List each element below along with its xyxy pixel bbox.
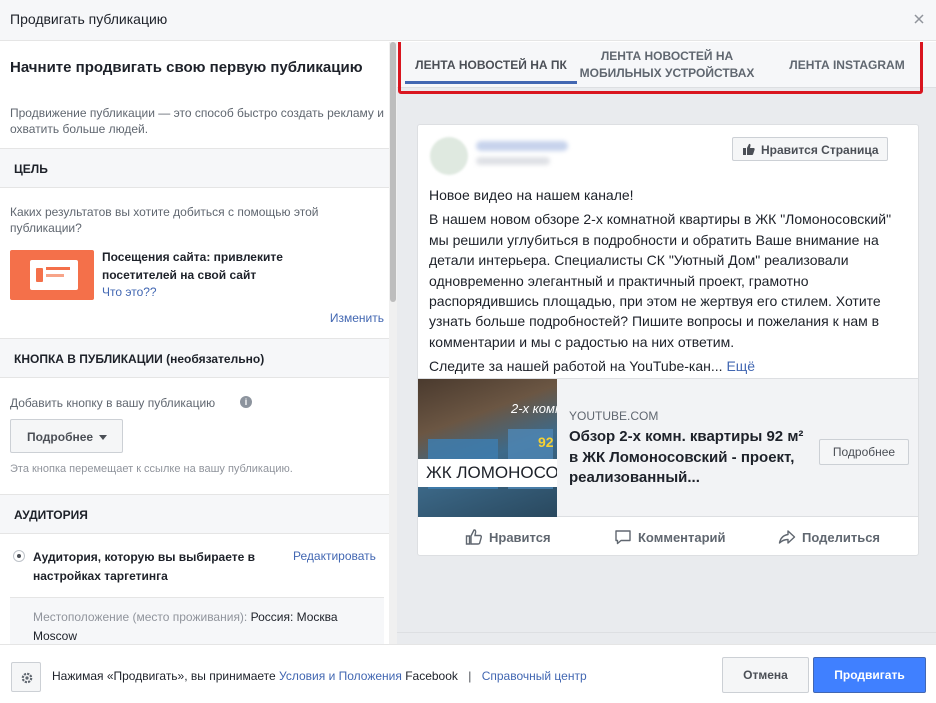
close-icon[interactable] — [912, 12, 926, 26]
post-paragraph: Следите за нашей работой на YouTube-кан.… — [429, 358, 756, 375]
intro-description: Продвижение публикации — это способ быст… — [10, 106, 384, 136]
settings-button[interactable] — [11, 662, 41, 692]
button-hint: Эта кнопка перемещает к ссылке на вашу п… — [10, 463, 293, 475]
goal-illustration — [10, 250, 94, 300]
see-more-link[interactable]: Ещё — [726, 358, 755, 374]
post-paragraph: В нашем новом обзоре 2-х комнатной кварт… — [429, 211, 892, 350]
help-center-link[interactable]: Справочный центр — [482, 669, 587, 683]
preview-panel: ЛЕНТА НОВОСТЕЙ НА ПК ЛЕНТА НОВОСТЕЙ НА М… — [397, 42, 936, 644]
goal-option-title: Посещения сайта: привлеките посетителей … — [102, 250, 283, 282]
comment-icon — [615, 530, 631, 545]
goal-section-header: ЦЕЛЬ — [0, 148, 389, 188]
thumbs-up-icon — [465, 529, 483, 545]
thumbnail-text: 2-х комн — [511, 401, 557, 416]
tabs-highlight-frame — [398, 42, 923, 94]
button-type-dropdown[interactable]: Подробнее — [10, 419, 123, 453]
button-section-title: КНОПКА В ПУБЛИКАЦИИ (необязательно) — [14, 352, 265, 366]
link-title[interactable]: Обзор 2-х комн. квартиры 92 м² в ЖК Ломо… — [569, 427, 809, 489]
edit-audience-link[interactable]: Редактировать — [293, 549, 376, 563]
page-name-blurred — [476, 141, 568, 151]
post-text: Новое видео на нашем канале! В нашем нов… — [429, 185, 905, 381]
thumbnail-text: ЖК ЛОМОНОСОВСК — [426, 463, 557, 482]
link-domain: YOUTUBE.COM — [569, 409, 659, 423]
scrollbar-thumb[interactable] — [390, 42, 396, 302]
post-actions: Нравится Комментарий Поделиться — [418, 518, 918, 555]
location-label: Местоположение (место проживания): — [33, 610, 248, 624]
promote-button[interactable]: Продвигать — [813, 657, 926, 693]
like-page-label: Нравится Страница — [761, 143, 879, 157]
change-goal-link[interactable]: Изменить — [330, 311, 384, 325]
dialog-title: Продвигать публикацию — [10, 11, 168, 27]
audience-section-header: АУДИТОРИЯ — [0, 494, 389, 534]
add-button-label: Добавить кнопку в вашу публикацию — [10, 396, 216, 410]
dialog-header: Продвигать публикацию — [0, 0, 936, 41]
settings-scrollbar[interactable] — [389, 42, 397, 644]
video-thumbnail[interactable]: 2-х комн 92 ЖК ЛОМОНОСОВСК — [418, 379, 557, 517]
terms-link[interactable]: Условия и Положения — [279, 669, 402, 683]
settings-panel: Начните продвигать свою первую публикаци… — [0, 42, 397, 644]
audience-radio[interactable] — [13, 550, 25, 562]
gear-icon — [21, 672, 33, 684]
thumbs-up-icon — [743, 143, 755, 155]
goal-section-title: ЦЕЛЬ — [14, 162, 48, 176]
what-is-this-link[interactable]: Что это?? — [102, 285, 157, 299]
post-paragraph: Новое видео на нашем канале! — [429, 187, 634, 203]
location-summary: Местоположение (место проживания): Росси… — [10, 597, 384, 644]
share-icon — [778, 530, 796, 544]
post-date-blurred — [476, 157, 550, 165]
thumbnail-text: 92 — [538, 434, 554, 450]
post-preview-card: Нравится Страница Новое видео на нашем к… — [417, 124, 919, 556]
like-page-button[interactable]: Нравится Страница — [732, 137, 888, 161]
dialog-footer: Нажимая «Продвигать», вы принимаете Усло… — [0, 644, 936, 703]
goal-question: Каких результатов вы хотите добиться с п… — [10, 205, 319, 235]
dropdown-value: Подробнее — [27, 430, 94, 444]
chevron-down-icon — [99, 435, 107, 440]
terms-notice: Нажимая «Продвигать», вы принимаете Усло… — [52, 669, 587, 683]
audience-section-title: АУДИТОРИЯ — [14, 508, 88, 522]
intro-title: Начните продвигать свою первую публикаци… — [10, 59, 363, 76]
info-icon[interactable]: i — [240, 396, 252, 408]
learn-more-label: Подробнее — [832, 445, 896, 459]
preview-bottom-divider — [397, 632, 936, 644]
link-preview[interactable]: 2-х комн 92 ЖК ЛОМОНОСОВСК YOUTUBE.COM О… — [418, 378, 918, 517]
audience-option-label: Аудитория, которую вы выбираете в настро… — [33, 550, 255, 583]
button-section-header: КНОПКА В ПУБЛИКАЦИИ (необязательно) — [0, 338, 389, 378]
cancel-button[interactable]: Отмена — [722, 657, 809, 693]
page-avatar — [430, 137, 468, 175]
learn-more-button[interactable]: Подробнее — [819, 439, 909, 465]
